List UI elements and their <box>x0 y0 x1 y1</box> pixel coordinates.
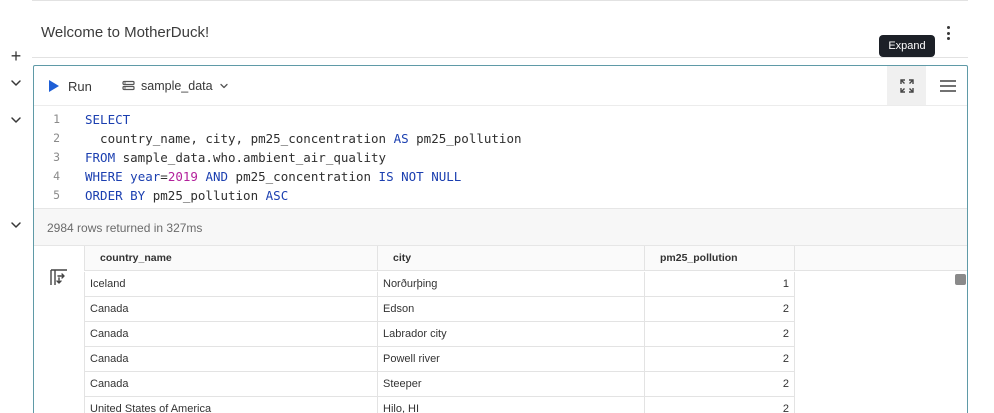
code-text: FROM sample_data.who.ambient_air_quality <box>85 148 386 167</box>
more-options-icon[interactable] <box>940 24 956 42</box>
database-name: sample_data <box>141 79 213 93</box>
table-cell: Steeper <box>378 372 645 397</box>
line-number: 2 <box>53 131 60 145</box>
table-row[interactable]: Canada Labrador city 2 <box>84 322 967 347</box>
scrollbar-thumb[interactable] <box>955 274 966 285</box>
sql-editor[interactable]: 1 SELECT 2 country_name, city, pm25_concen… <box>34 105 967 208</box>
table-cell: 2 <box>645 372 795 397</box>
result-summary-bar: 2984 rows returned in 327ms <box>34 208 967 246</box>
code-text: country_name, city, pm25_concentration A… <box>85 129 522 148</box>
table-filler <box>795 372 967 397</box>
title-divider <box>32 57 968 58</box>
expand-icon <box>899 78 914 93</box>
results-area: country_name city pm25_pollution Iceland Nor… <box>34 246 967 413</box>
run-label: Run <box>68 78 92 94</box>
table-cell: Norðurþing <box>378 272 645 297</box>
code-token: pm25_concentration <box>228 169 379 184</box>
table-cell: Canada <box>84 322 378 347</box>
column-header-filler <box>795 246 967 271</box>
code-token: ORDER BY <box>85 188 146 203</box>
code-line: 1 SELECT <box>34 110 967 129</box>
expand-button[interactable] <box>887 66 926 105</box>
cell-toolbar: Run sample_data <box>34 66 967 105</box>
table-row[interactable]: United States of America Hilo, HI 2 <box>84 397 967 413</box>
code-text: WHERE year=2019 AND pm25_concentration I… <box>85 167 461 186</box>
column-header-city[interactable]: city <box>378 246 645 271</box>
table-row[interactable]: Canada Edson 2 <box>84 297 967 322</box>
table-cell: Canada <box>84 297 378 322</box>
cell-menu-button[interactable] <box>928 66 967 105</box>
collapse-cell-chevron-icon[interactable] <box>8 75 24 91</box>
code-token: country_name, city, pm25_concentration <box>85 131 394 146</box>
code-token: year <box>130 169 161 184</box>
code-token: AS <box>393 131 409 146</box>
line-number: 4 <box>53 169 60 183</box>
table-filler <box>795 297 967 322</box>
table-cell: Hilo, HI <box>378 397 645 413</box>
table-row[interactable]: Canada Powell river 2 <box>84 347 967 372</box>
table-filler <box>795 322 967 347</box>
code-text: SELECT <box>85 110 130 129</box>
chevron-down-icon <box>219 83 228 89</box>
collapse-results-chevron-icon[interactable] <box>8 217 24 233</box>
top-border <box>32 0 968 1</box>
sql-cell: Run sample_data 1 SELECT 2 country_name, c… <box>33 65 968 413</box>
code-line: 5 ORDER BY pm25_pollution ASC <box>34 186 967 205</box>
code-token: AND <box>205 169 229 184</box>
code-token: IS NOT NULL <box>378 169 462 184</box>
table-filler <box>795 397 967 413</box>
expand-tooltip: Expand <box>879 35 935 57</box>
table-cell: Iceland <box>84 272 378 297</box>
table-cell: Canada <box>84 347 378 372</box>
column-header-pm25-pollution[interactable]: pm25_pollution <box>645 246 795 271</box>
table-cell: 2 <box>645 322 795 347</box>
code-token: = <box>160 169 168 184</box>
code-token: pm25_pollution <box>145 188 266 203</box>
table-cell: Edson <box>378 297 645 322</box>
code-line: 4 WHERE year=2019 AND pm25_concentration … <box>34 167 967 186</box>
table-cell: Powell river <box>378 347 645 372</box>
code-token: ASC <box>265 188 289 203</box>
code-token: 2019 <box>167 169 198 184</box>
database-selector[interactable]: sample_data <box>122 76 229 96</box>
table-cell: 1 <box>645 272 795 297</box>
table-cell: 2 <box>645 397 795 413</box>
line-number: 3 <box>53 150 60 164</box>
table-row[interactable]: Canada Steeper 2 <box>84 372 967 397</box>
code-token: sample_data.who.ambient_air_quality <box>115 150 387 165</box>
hamburger-icon <box>939 79 956 92</box>
code-token: WHERE <box>85 169 123 184</box>
code-line: 3 FROM sample_data.who.ambient_air_qualit… <box>34 148 967 167</box>
code-line: 2 country_name, city, pm25_concentration… <box>34 129 967 148</box>
add-cell-icon[interactable]: + <box>8 47 24 65</box>
database-icon <box>122 80 135 91</box>
page-title: Welcome to MotherDuck! <box>41 24 210 41</box>
line-number: 5 <box>53 188 60 202</box>
column-header-country-name[interactable]: country_name <box>84 246 378 271</box>
code-token: pm25_pollution <box>408 131 522 146</box>
code-token: FROM <box>85 150 116 165</box>
code-text: ORDER BY pm25_pollution ASC <box>85 186 288 205</box>
run-button[interactable]: Run <box>48 76 92 96</box>
table-cell: Canada <box>84 372 378 397</box>
table-cell: United States of America <box>84 397 378 413</box>
table-filler <box>795 347 967 372</box>
pivot-icon[interactable] <box>50 268 68 286</box>
table-row[interactable]: Iceland Norðurþing 1 <box>84 272 967 297</box>
table-cell: 2 <box>645 347 795 372</box>
code-token: SELECT <box>85 112 131 127</box>
table-filler <box>795 272 967 297</box>
line-number: 1 <box>53 112 60 126</box>
table-cell: Labrador city <box>378 322 645 347</box>
table-cell: 2 <box>645 297 795 322</box>
table-header-row: country_name city pm25_pollution <box>84 246 967 271</box>
play-icon <box>49 80 59 92</box>
collapse-editor-chevron-icon[interactable] <box>8 112 24 128</box>
result-summary: 2984 rows returned in 327ms <box>47 221 203 235</box>
